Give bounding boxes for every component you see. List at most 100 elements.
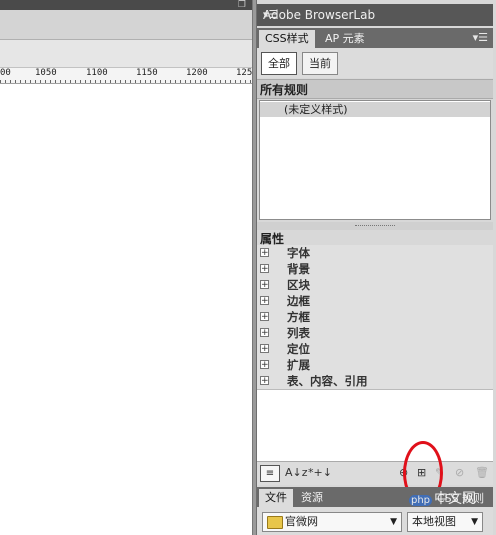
show-set-properties-button[interactable]: *+↓ [308,466,332,479]
disable-rule-icon[interactable]: ⊘ [455,466,464,479]
ruler-tick [205,80,206,83]
ruler-tick [50,80,51,83]
ruler-tick [35,80,36,83]
ruler-tick [175,80,176,83]
ruler-tick [220,80,221,83]
show-category-view-button[interactable]: ≡ [260,465,280,482]
ruler-tick [70,80,71,83]
ruler-tick [165,80,166,83]
ruler-tick [120,80,121,83]
property-group-label: 表、内容、引用 [287,374,368,388]
ruler-tick [40,80,41,83]
right-panel-dock: Adobe BrowserLab ▾☰ CSS样式 AP 元素 ▾☰ 全部 当前… [256,0,496,535]
expand-plus-icon[interactable]: + [260,264,269,274]
ruler-tick [75,80,76,83]
css-panel-toolbar: ≡ A↓z *+↓ ⊕ ⊞ ✎ ⊘ 🗑 [257,461,493,485]
panel-menu-icon[interactable]: ▾☰ [473,31,488,44]
property-group-label: 区块 [287,278,310,292]
property-group-label: 列表 [287,326,310,340]
ruler-label: 1050 [35,68,57,78]
tab-ap-elements[interactable]: AP 元素 [319,30,371,48]
ruler-label: 1250 [236,68,252,78]
ruler-tick [15,80,16,83]
ruler-tick [190,80,191,83]
css-panel-tabs: CSS样式 AP 元素 ▾☰ [257,28,493,48]
expand-plus-icon[interactable]: + [260,376,269,386]
property-group-row[interactable]: + 表、内容、引用 [257,373,493,390]
expand-plus-icon[interactable]: + [260,280,269,290]
property-group-row[interactable]: + 字体 [257,245,493,262]
ruler-tick [20,80,21,83]
view-select[interactable]: 本地视图 ▼ [407,512,483,532]
ruler-tick [45,80,46,83]
all-mode-button[interactable]: 全部 [261,52,297,75]
ruler-label: 1100 [86,68,108,78]
tab-css-styles[interactable]: CSS样式 [259,30,315,48]
document-toolbar [0,40,252,68]
ruler-tick [30,80,31,83]
tab-assets[interactable]: 资源 [295,489,329,507]
ruler-tick [160,80,161,83]
ruler-label: 1150 [136,68,158,78]
expand-plus-icon[interactable]: + [260,344,269,354]
ruler-tick [235,80,236,83]
all-rules-header: 所有规则 [257,79,493,99]
property-group-label: 定位 [287,342,310,356]
view-select-value: 本地视图 [412,515,456,528]
ruler-tick [240,80,241,83]
property-group-row[interactable]: + 背景 [257,261,493,278]
expand-plus-icon[interactable]: + [260,360,269,370]
ruler-tick [100,80,101,83]
ruler-tick [90,80,91,83]
alphabetical-view-button[interactable]: A↓z [285,466,308,479]
ruler-tick [180,80,181,83]
design-canvas[interactable] [0,84,252,535]
tab-files[interactable]: 文件 [259,489,293,507]
property-group-row[interactable]: + 边框 [257,293,493,310]
expand-plus-icon[interactable]: + [260,248,269,258]
ruler-tick [195,80,196,83]
rule-item[interactable]: (未定义样式) [260,102,490,117]
panel-menu-icon[interactable]: ▾☰ [263,8,488,21]
browserlab-panel-header[interactable]: Adobe BrowserLab ▾☰ [257,4,493,26]
property-group-label: 边框 [287,294,310,308]
ruler-tick [130,80,131,83]
rules-list[interactable]: (未定义样式) [259,100,491,220]
ruler-label: 1200 [186,68,208,78]
document-tab-strip [0,10,252,40]
property-group-label: 字体 [287,246,310,260]
pane-splitter[interactable] [257,222,493,230]
property-group-row[interactable]: + 定位 [257,341,493,358]
watermark-text: 中文网 [434,491,477,507]
property-group-row[interactable]: + 列表 [257,325,493,342]
ruler-tick [230,80,231,83]
property-group-row[interactable]: + 扩展 [257,357,493,374]
expand-plus-icon[interactable]: + [260,328,269,338]
restore-window-icon[interactable]: ❐ [238,0,246,10]
site-watermark: php 中文网 [409,488,496,512]
ruler-tick [150,80,151,83]
property-group-label: 扩展 [287,358,310,372]
current-mode-button[interactable]: 当前 [302,52,338,75]
property-group-row[interactable]: + 方框 [257,309,493,326]
property-group-label: 背景 [287,262,310,276]
delete-rule-icon[interactable]: 🗑 [475,466,489,479]
ruler-tick [60,80,61,83]
expand-plus-icon[interactable]: + [260,296,269,306]
ruler-tick [10,80,11,83]
ruler-tick [185,80,186,83]
ruler-tick [210,80,211,83]
css-mode-row: 全部 当前 [257,48,493,78]
expand-plus-icon[interactable]: + [260,312,269,322]
ruler-label: 00 [0,68,11,78]
ruler-tick [135,80,136,83]
property-group-label: 方框 [287,310,310,324]
site-select[interactable]: 官微网 ▼ [262,512,402,532]
properties-empty-area [257,389,493,461]
folder-icon [267,516,283,529]
ruler-tick [65,80,66,83]
property-group-row[interactable]: + 区块 [257,277,493,294]
ruler-tick [155,80,156,83]
ruler-tick [200,80,201,83]
ruler-tick [25,80,26,83]
